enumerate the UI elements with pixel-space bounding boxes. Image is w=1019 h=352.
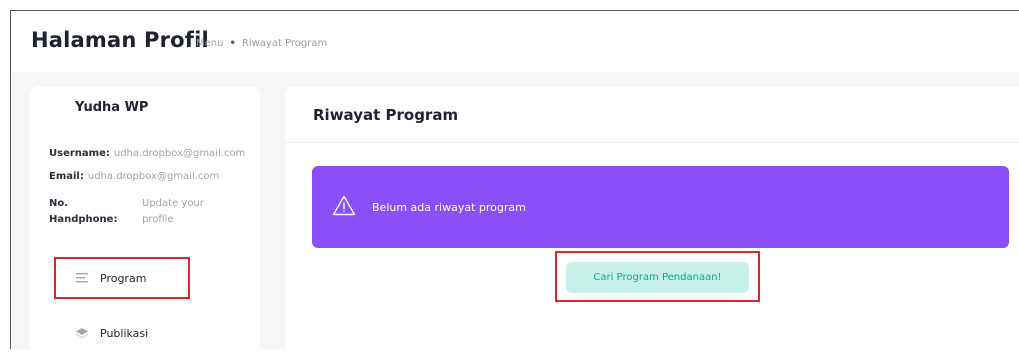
sidebar-item-program[interactable]: Program	[54, 257, 190, 299]
username-row: Username: udha.dropbox@gmail.com	[49, 148, 245, 159]
list-icon	[76, 273, 88, 283]
username-value: udha.dropbox@gmail.com	[113, 148, 246, 159]
phone-value: Update your profile	[142, 198, 204, 225]
sidebar-item-label: Program	[100, 271, 147, 285]
user-name: Yudha WP	[75, 100, 149, 115]
breadcrumb-separator: •	[229, 38, 236, 49]
phone-label: No. Handphone:	[49, 198, 118, 225]
email-row: Email: udha.dropbox@gmail.com	[49, 171, 219, 182]
riwayat-program-card: Riwayat Program Belum ada riwayat progra…	[285, 86, 1019, 349]
divider	[285, 142, 1019, 143]
email-value: udha.dropbox@gmail.com	[87, 171, 220, 182]
warning-icon	[332, 195, 356, 219]
find-funding-program-button[interactable]: Cari Program Pendanaan!	[566, 262, 749, 293]
alert-text: Belum ada riwayat program	[372, 200, 526, 214]
profile-sidebar: Yudha WP Username: udha.dropbox@gmail.com…	[30, 86, 260, 349]
username-label: Username:	[49, 148, 110, 159]
section-title: Riwayat Program	[313, 106, 459, 124]
page-title: Halaman Profil	[31, 28, 209, 52]
breadcrumb: Menu • Riwayat Program	[196, 38, 327, 49]
breadcrumb-current: Riwayat Program	[241, 38, 328, 49]
sidebar-item-publikasi[interactable]: Publikasi	[56, 314, 188, 352]
sidebar-item-label: Publikasi	[100, 326, 149, 340]
email-label: Email:	[49, 171, 84, 182]
layers-icon	[75, 328, 89, 339]
empty-state-alert: Belum ada riwayat program	[312, 166, 1009, 248]
breadcrumb-menu[interactable]: Menu	[196, 38, 223, 49]
